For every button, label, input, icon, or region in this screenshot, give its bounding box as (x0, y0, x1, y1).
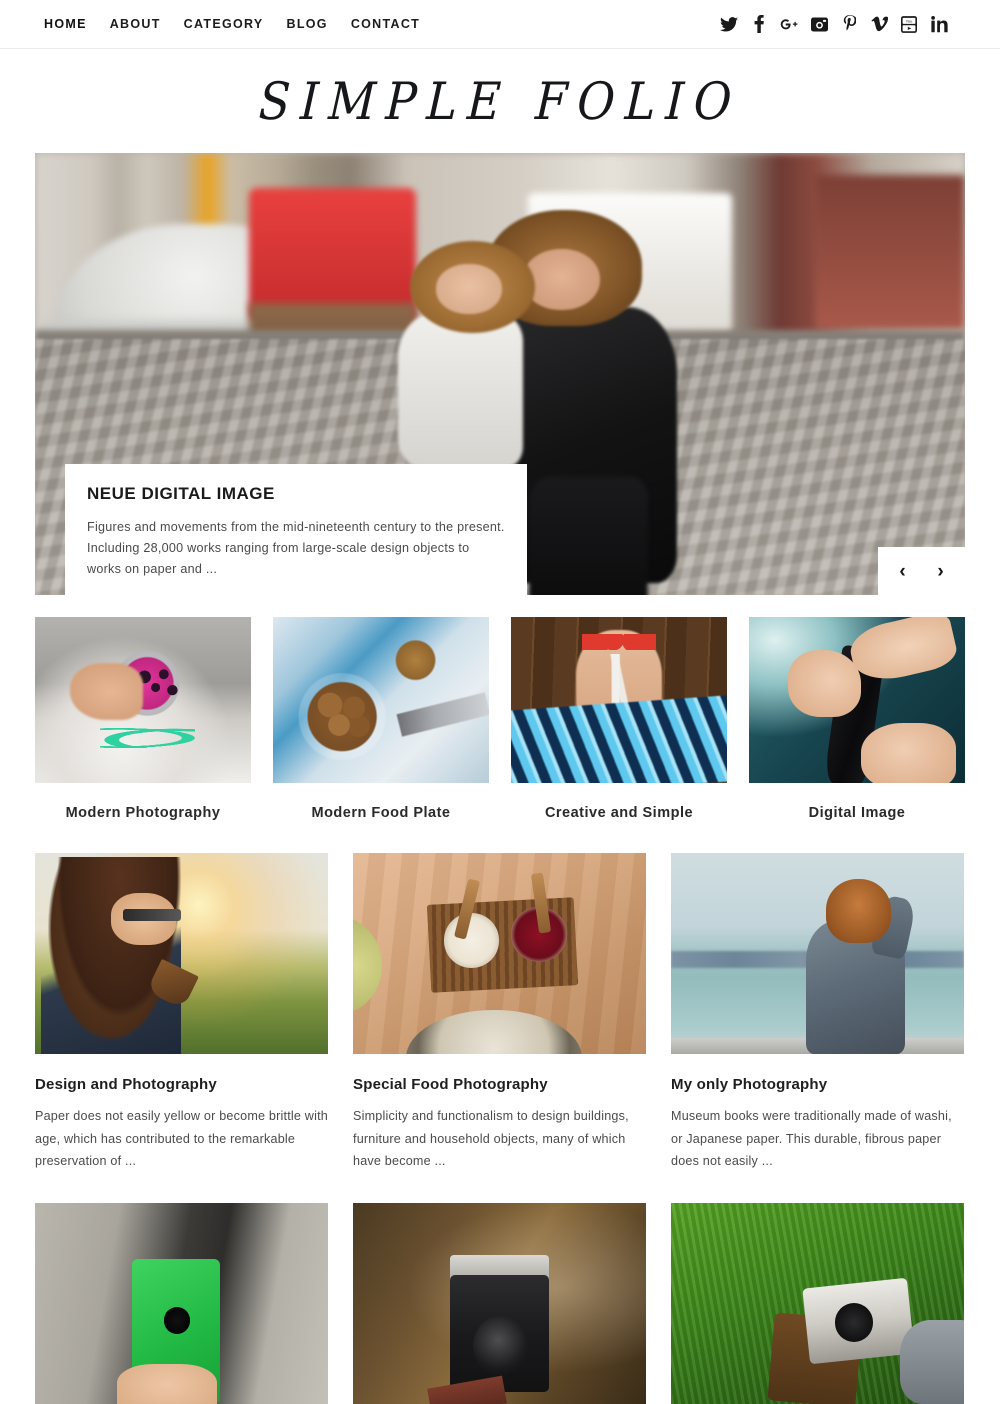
category-card: Creative and Simple (511, 617, 727, 821)
camera-lens (473, 1315, 529, 1376)
nav-link-contact[interactable]: CONTACT (351, 11, 443, 37)
white-camera-lens (835, 1303, 874, 1342)
side-plate (353, 917, 383, 1014)
gallery-image-camera-in-grass[interactable] (671, 1202, 964, 1404)
category-image-creative-and-simple[interactable] (511, 617, 727, 783)
phone-camera-lens (163, 1307, 191, 1334)
hero-caption-text: Figures and movements from the mid-ninet… (87, 520, 505, 576)
blog-excerpt-design-and-photography: Paper does not easily yellow or become b… (35, 1109, 328, 1169)
category-label-modern-photography[interactable]: Modern Photography (35, 805, 251, 821)
category-card: Modern Photography (35, 617, 251, 821)
category-thumbnail-row: Modern Photography Modern Food Plate Cre… (35, 617, 965, 821)
man-silhouette (40, 857, 182, 1054)
gallery-image-green-phone[interactable] (35, 1202, 328, 1404)
sunglasses-shape (122, 909, 182, 922)
vimeo-icon[interactable] (870, 15, 888, 33)
blog-post-row: Design and Photography Paper does not ea… (35, 853, 965, 1173)
blog-excerpt-my-only-photography: Museum books were traditionally made of … (671, 1109, 952, 1169)
white-bowl (443, 913, 500, 968)
hero-red-truck (248, 188, 417, 321)
site-title[interactable]: SIMPLE FOLIO (257, 71, 742, 131)
blog-title-my-only-photography[interactable]: My only Photography (671, 1076, 964, 1093)
nav-link-category[interactable]: CATEGORY (184, 11, 287, 37)
knife-shape (396, 692, 489, 738)
category-label-creative-and-simple[interactable]: Creative and Simple (511, 805, 727, 821)
hero-brick-wall (816, 175, 965, 330)
gallery-image-film-camera[interactable] (353, 1202, 646, 1404)
category-card: Modern Food Plate (273, 617, 489, 821)
category-card: Digital Image (749, 617, 965, 821)
blog-title-special-food-photography[interactable]: Special Food Photography (353, 1076, 646, 1093)
chevron-right-icon[interactable]: › (932, 560, 950, 582)
category-image-modern-food-plate[interactable] (273, 617, 489, 783)
smoothie-seeds (134, 666, 182, 700)
toenails-shape (582, 633, 656, 651)
category-image-modern-photography[interactable] (35, 617, 251, 783)
site-header: SIMPLE FOLIO (0, 49, 1000, 153)
top-navigation-bar: HOME ABOUT CATEGORY BLOG CONTACT You (0, 0, 1000, 49)
svg-text:You: You (906, 18, 913, 23)
youtube-icon[interactable]: You (900, 15, 918, 33)
shirt-print (99, 728, 195, 749)
blog-image-special-food-photography[interactable] (353, 853, 646, 1054)
blue-blanket (511, 695, 727, 783)
hero-caption-card: NEUE DIGITAL IMAGE Figures and movements… (65, 464, 527, 595)
chevron-left-icon[interactable]: ‹ (894, 560, 912, 582)
main-menu: HOME ABOUT CATEGORY BLOG CONTACT (44, 11, 443, 37)
category-label-digital-image[interactable]: Digital Image (749, 805, 965, 821)
nav-link-home[interactable]: HOME (44, 11, 110, 37)
nav-link-blog[interactable]: BLOG (287, 11, 351, 37)
pinterest-icon[interactable] (840, 15, 858, 33)
hero-mother-legs (528, 475, 648, 595)
hero-child-face (436, 264, 502, 315)
left-hand (787, 650, 862, 717)
blog-image-design-and-photography[interactable] (35, 853, 328, 1054)
bottom-gallery-row (35, 1202, 965, 1404)
blog-image-my-only-photography[interactable] (671, 853, 964, 1054)
blog-title-design-and-photography[interactable]: Design and Photography (35, 1076, 328, 1093)
hero-slider: NEUE DIGITAL IMAGE Figures and movements… (35, 153, 965, 595)
lower-hand (861, 723, 957, 783)
hero-slider-controls: ‹ › (878, 547, 965, 595)
shoe (899, 1319, 964, 1404)
category-image-digital-image[interactable] (749, 617, 965, 783)
linkedin-icon[interactable] (930, 15, 948, 33)
blog-post-card: Design and Photography Paper does not ea… (35, 853, 328, 1173)
blog-excerpt-special-food-photography: Simplicity and functionalism to design b… (353, 1109, 629, 1169)
hero-caption-title: NEUE DIGITAL IMAGE (87, 484, 275, 503)
nav-link-about[interactable]: ABOUT (110, 11, 184, 37)
blog-post-card: My only Photography Museum books were tr… (671, 853, 964, 1173)
twitter-icon[interactable] (720, 15, 738, 33)
google-plus-icon[interactable] (780, 15, 798, 33)
instagram-icon[interactable] (810, 15, 828, 33)
facebook-icon[interactable] (750, 15, 768, 33)
holding-hand (117, 1363, 217, 1404)
woman-hair (826, 879, 891, 944)
social-links: You (720, 15, 970, 33)
category-label-modern-food-plate[interactable]: Modern Food Plate (273, 805, 489, 821)
blog-post-card: Special Food Photography Simplicity and … (353, 853, 646, 1173)
hero-child-jacket (397, 314, 523, 469)
front-plate (405, 1009, 582, 1054)
